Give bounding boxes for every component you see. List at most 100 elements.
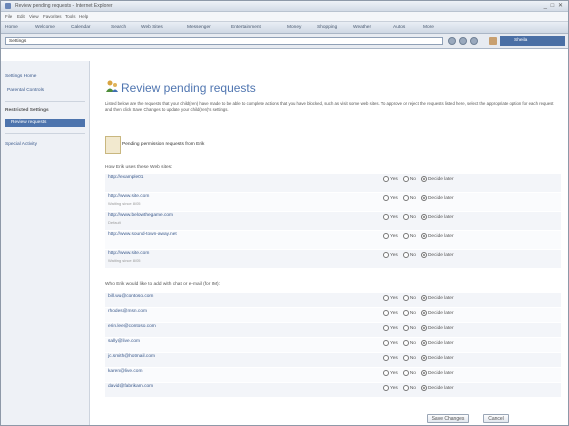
radio-yes[interactable] bbox=[383, 233, 389, 239]
nav-money[interactable]: Money bbox=[287, 25, 301, 30]
nav-entertainment[interactable]: Entertainment bbox=[231, 25, 261, 30]
option-no[interactable]: No bbox=[402, 310, 416, 316]
radio-yes[interactable] bbox=[383, 325, 389, 331]
window-controls[interactable]: _ □ ✕ bbox=[544, 2, 564, 9]
option-decide[interactable]: Decide later bbox=[420, 310, 454, 316]
option-decide[interactable]: Decide later bbox=[420, 355, 454, 361]
radio-no[interactable] bbox=[402, 385, 409, 391]
user-menu[interactable]: Sheila bbox=[500, 36, 565, 46]
option-no[interactable]: No bbox=[402, 385, 416, 391]
option-decide[interactable]: Decide later bbox=[420, 233, 454, 239]
option-decide[interactable]: Decide later bbox=[420, 195, 454, 201]
option-decide[interactable]: Decide later bbox=[420, 214, 454, 220]
option-no[interactable]: No bbox=[402, 252, 416, 258]
radio-no[interactable] bbox=[402, 176, 409, 182]
option-decide[interactable]: Decide later bbox=[420, 176, 454, 182]
option-no[interactable]: No bbox=[402, 214, 416, 220]
radio-decide[interactable] bbox=[420, 176, 427, 182]
radio-no[interactable] bbox=[402, 252, 409, 258]
option-yes[interactable]: Yes bbox=[383, 370, 398, 376]
radio-yes[interactable] bbox=[383, 252, 389, 258]
option-decide[interactable]: Decide later bbox=[420, 340, 454, 346]
option-decide[interactable]: Decide later bbox=[420, 252, 454, 258]
radio-decide[interactable] bbox=[420, 195, 427, 201]
option-no[interactable]: No bbox=[402, 325, 416, 331]
address-input[interactable]: Settings bbox=[5, 37, 443, 45]
save-button[interactable]: Save Changes bbox=[427, 414, 469, 423]
option-yes[interactable]: Yes bbox=[383, 195, 398, 201]
menu-favorites[interactable]: Favorites bbox=[43, 14, 62, 19]
radio-no[interactable] bbox=[402, 195, 409, 201]
radio-yes[interactable] bbox=[383, 340, 389, 346]
radio-decide[interactable] bbox=[420, 233, 427, 239]
option-no[interactable]: No bbox=[402, 355, 416, 361]
option-yes[interactable]: Yes bbox=[383, 295, 398, 301]
radio-yes[interactable] bbox=[383, 176, 389, 182]
radio-no[interactable] bbox=[402, 310, 409, 316]
menu-file[interactable]: File bbox=[5, 14, 12, 19]
option-decide[interactable]: Decide later bbox=[420, 295, 454, 301]
radio-no[interactable] bbox=[402, 355, 409, 361]
stop-icon[interactable] bbox=[470, 37, 478, 45]
option-no[interactable]: No bbox=[402, 370, 416, 376]
option-no[interactable]: No bbox=[402, 340, 416, 346]
nav-more[interactable]: More bbox=[423, 25, 434, 30]
option-no[interactable]: No bbox=[402, 176, 416, 182]
menu-edit[interactable]: Edit bbox=[17, 14, 25, 19]
radio-no[interactable] bbox=[402, 340, 409, 346]
radio-decide[interactable] bbox=[420, 295, 427, 301]
nav-web-sites[interactable]: Web Sites bbox=[141, 25, 163, 30]
nav-home[interactable]: Home bbox=[5, 25, 18, 30]
nav-welcome[interactable]: Welcome bbox=[35, 25, 55, 30]
option-yes[interactable]: Yes bbox=[383, 214, 398, 220]
option-yes[interactable]: Yes bbox=[383, 233, 398, 239]
nav-weather[interactable]: Weather bbox=[353, 25, 371, 30]
radio-decide[interactable] bbox=[420, 252, 427, 258]
option-no[interactable]: No bbox=[402, 233, 416, 239]
option-yes[interactable]: Yes bbox=[383, 310, 398, 316]
radio-yes[interactable] bbox=[383, 195, 389, 201]
option-yes[interactable]: Yes bbox=[383, 385, 398, 391]
radio-yes[interactable] bbox=[383, 370, 389, 376]
radio-decide[interactable] bbox=[420, 355, 427, 361]
nav-messenger[interactable]: Messenger bbox=[187, 25, 211, 30]
radio-decide[interactable] bbox=[420, 385, 427, 391]
option-decide[interactable]: Decide later bbox=[420, 385, 454, 391]
sidebar-item-settings-home[interactable]: Settings Home bbox=[5, 73, 85, 81]
menu-tools[interactable]: Tools bbox=[65, 14, 76, 19]
radio-decide[interactable] bbox=[420, 340, 427, 346]
radio-decide[interactable] bbox=[420, 310, 427, 316]
sidebar-item-special-activity[interactable]: Special Activity bbox=[5, 141, 85, 149]
nav-calendar[interactable]: Calendar bbox=[71, 25, 90, 30]
cancel-button[interactable]: Cancel bbox=[483, 414, 509, 423]
option-decide[interactable]: Decide later bbox=[420, 325, 454, 331]
option-yes[interactable]: Yes bbox=[383, 252, 398, 258]
nav-shopping[interactable]: Shopping bbox=[317, 25, 337, 30]
option-yes[interactable]: Yes bbox=[383, 340, 398, 346]
nav-search[interactable]: Search bbox=[111, 25, 126, 30]
radio-yes[interactable] bbox=[383, 310, 389, 316]
refresh-icon[interactable] bbox=[459, 37, 467, 45]
radio-yes[interactable] bbox=[383, 385, 389, 391]
option-no[interactable]: No bbox=[402, 195, 416, 201]
go-icon[interactable] bbox=[448, 37, 456, 45]
radio-yes[interactable] bbox=[383, 355, 389, 361]
radio-no[interactable] bbox=[402, 295, 409, 301]
sidebar-item-parental-controls[interactable]: Parental Controls bbox=[5, 87, 87, 95]
radio-no[interactable] bbox=[402, 233, 409, 239]
radio-no[interactable] bbox=[402, 325, 409, 331]
radio-no[interactable] bbox=[402, 370, 409, 376]
radio-decide[interactable] bbox=[420, 370, 427, 376]
nav-autos[interactable]: Autos bbox=[393, 25, 405, 30]
radio-decide[interactable] bbox=[420, 325, 427, 331]
menu-help[interactable]: Help bbox=[79, 14, 88, 19]
option-yes[interactable]: Yes bbox=[383, 325, 398, 331]
menu-view[interactable]: View bbox=[29, 14, 39, 19]
radio-no[interactable] bbox=[402, 214, 409, 220]
option-decide[interactable]: Decide later bbox=[420, 370, 454, 376]
option-yes[interactable]: Yes bbox=[383, 176, 398, 182]
option-no[interactable]: No bbox=[402, 295, 416, 301]
sidebar-item-review-requests[interactable]: Review requests bbox=[5, 119, 85, 127]
radio-decide[interactable] bbox=[420, 214, 427, 220]
option-yes[interactable]: Yes bbox=[383, 355, 398, 361]
